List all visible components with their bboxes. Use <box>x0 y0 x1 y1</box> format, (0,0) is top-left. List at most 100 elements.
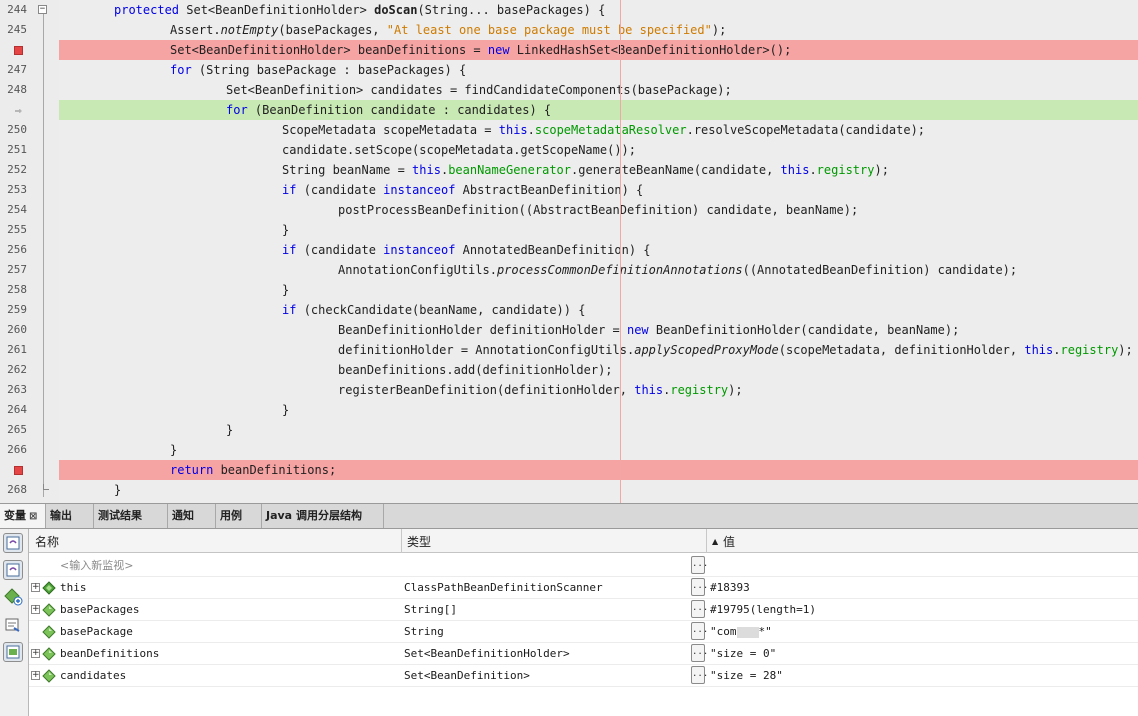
code-text: beanDefinitions.add(definitionHolder); <box>338 360 613 380</box>
fold-collapse-icon[interactable]: − <box>38 5 47 14</box>
code-editor[interactable]: 244 − protected Set<BeanDefinitionHolder> … <box>0 0 1138 503</box>
code-text: candidate.setScope(scopeMetadata.getScop… <box>282 140 636 160</box>
value-edit-button[interactable]: ... <box>691 578 708 596</box>
code-token: . <box>527 123 535 137</box>
variable-name: basePackages <box>60 603 140 616</box>
tab-notifications[interactable]: 通知 <box>168 504 216 528</box>
code-token: ); <box>711 23 727 37</box>
code-token: BeanDefinitionHolder definitionHolder = <box>338 323 627 337</box>
variables-table-header: 名称 类型 ▲ 值 <box>29 529 1138 553</box>
code-line: Set<BeanDefinitionHolder> beanDefinition… <box>0 40 1138 60</box>
code-token: AnnotationConfigUtils. <box>338 263 497 277</box>
expand-icon[interactable]: + <box>31 649 40 658</box>
tab-usages[interactable]: 用例 <box>216 504 262 528</box>
code-token: this <box>498 123 528 137</box>
variable-row[interactable]: basePackage String... "com *" <box>29 621 1138 643</box>
code-text: protected Set<BeanDefinitionHolder> doSc… <box>114 0 605 20</box>
code-token: this <box>1024 343 1054 357</box>
code-token: (BeanDefinition candidate : candidates) … <box>254 103 552 117</box>
column-header-name[interactable]: 名称 <box>35 529 59 553</box>
column-header-type[interactable]: 类型 <box>407 529 431 553</box>
tab-label: 通知 <box>172 509 194 522</box>
tab-output[interactable]: 输出 <box>46 504 94 528</box>
code-token: beanDefinitions.add(definitionHolder); <box>338 363 613 377</box>
new-watch-placeholder[interactable]: <输入新监视> <box>60 555 133 577</box>
line-number: 268 <box>7 483 27 496</box>
sort-ascending-icon[interactable]: ▲ <box>712 529 718 553</box>
line-number: 263 <box>7 383 27 396</box>
code-token: (String... basePackages) { <box>417 3 606 17</box>
code-token: beanDefinitions; <box>220 463 337 477</box>
variable-row[interactable]: + basePackages String[]... #19795(length=1) <box>29 599 1138 621</box>
line-number: 253 <box>7 183 27 196</box>
code-token: } <box>114 483 122 497</box>
code-token: for <box>226 103 255 117</box>
code-text: Assert.notEmpty(basePackages, "At least … <box>170 20 726 40</box>
code-text: } <box>282 280 289 300</box>
close-icon[interactable]: ⊠ <box>29 511 37 522</box>
code-token: ScopeMetadata scopeMetadata = <box>282 123 499 137</box>
tab-variables[interactable]: 变量 ⊠ <box>0 504 46 528</box>
variable-diamond-icon <box>42 603 56 617</box>
variables-view-icon[interactable] <box>3 533 23 553</box>
expand-icon[interactable]: + <box>31 583 40 592</box>
value-edit-button[interactable]: ... <box>691 600 708 618</box>
code-line: 247 for (String basePackage : basePackage… <box>0 60 1138 80</box>
tab-java-call-hierarchy[interactable]: Java 调用分层结构 <box>262 504 384 528</box>
value-edit-button[interactable]: ... <box>691 556 708 574</box>
evaluate-expression-icon[interactable] <box>3 615 23 635</box>
tab-test-results[interactable]: 测试结果 <box>94 504 168 528</box>
code-token: Assert. <box>170 23 221 37</box>
code-token: beanNameGenerator <box>448 163 572 177</box>
show-static-icon[interactable] <box>3 642 23 662</box>
code-line: 265} <box>0 420 1138 440</box>
code-text: registerBeanDefinition(definitionHolder,… <box>338 380 743 400</box>
code-line: 250 ScopeMetadata scopeMetadata = this.sc… <box>0 120 1138 140</box>
line-number: 254 <box>7 203 27 216</box>
code-text: if (checkCandidate(beanName, candidate))… <box>282 300 585 320</box>
code-text: definitionHolder = AnnotationConfigUtils… <box>338 340 1133 360</box>
variable-name: basePackage <box>60 625 133 638</box>
code-token: definitionHolder = AnnotationConfigUtils… <box>338 343 635 357</box>
code-line: 257 AnnotationConfigUtils.processCommonDe… <box>0 260 1138 280</box>
code-text: postProcessBeanDefinition((AbstractBeanD… <box>338 200 858 220</box>
watches-view-icon[interactable] <box>3 560 23 580</box>
variables-table: 名称 类型 ▲ 值 <输入新监视>... + this ClassPathBeanDe… <box>29 529 1138 716</box>
variable-row[interactable]: + this ClassPathBeanDefinitionScanner... #1… <box>29 577 1138 599</box>
code-line: ⇨ for (BeanDefinition candidate : candida… <box>0 100 1138 120</box>
code-token: instanceof <box>383 183 463 197</box>
debug-toolbar <box>0 529 29 716</box>
value-edit-button[interactable]: ... <box>691 666 708 684</box>
code-line: 263 registerBeanDefinition(definitionHold… <box>0 380 1138 400</box>
code-token: applyScopedProxyMode <box>634 343 779 357</box>
variable-name: candidates <box>60 669 127 682</box>
value-edit-button[interactable]: ... <box>691 644 708 662</box>
expand-icon[interactable]: + <box>31 605 40 614</box>
new-watch-row[interactable]: <输入新监视>... <box>29 555 1138 577</box>
program-counter-arrow-icon: ⇨ <box>15 104 22 117</box>
variable-row[interactable]: + candidates Set<BeanDefinition>... "size =… <box>29 665 1138 687</box>
line-number: 256 <box>7 243 27 256</box>
code-token: } <box>282 283 290 297</box>
add-watch-icon[interactable] <box>3 587 23 607</box>
variable-diamond-icon <box>42 581 56 595</box>
value-edit-button[interactable]: ... <box>691 622 708 640</box>
column-header-value[interactable]: 值 <box>723 529 735 553</box>
code-token: AnnotatedBeanDefinition) { <box>462 243 651 257</box>
code-token: } <box>170 443 178 457</box>
line-number: 248 <box>7 83 27 96</box>
expand-icon[interactable]: + <box>31 671 40 680</box>
variable-value: #19795(length=1) <box>710 603 816 616</box>
code-token: String beanName = <box>282 163 413 177</box>
code-token: new <box>626 323 656 337</box>
code-line: 258} <box>0 280 1138 300</box>
code-text: return beanDefinitions; <box>170 460 336 480</box>
code-token: (String basePackage : basePackages) { <box>198 63 467 77</box>
variable-value: "size = 0" <box>710 647 777 660</box>
code-line: 256 if (candidate instanceof AnnotatedBea… <box>0 240 1138 260</box>
breakpoint-icon[interactable] <box>14 466 23 475</box>
breakpoint-icon[interactable] <box>14 46 23 55</box>
code-line: 244 − protected Set<BeanDefinitionHolder> … <box>0 0 1138 20</box>
variable-row[interactable]: + beanDefinitions Set<BeanDefinitionHolder… <box>29 643 1138 665</box>
code-token: instanceof <box>383 243 463 257</box>
